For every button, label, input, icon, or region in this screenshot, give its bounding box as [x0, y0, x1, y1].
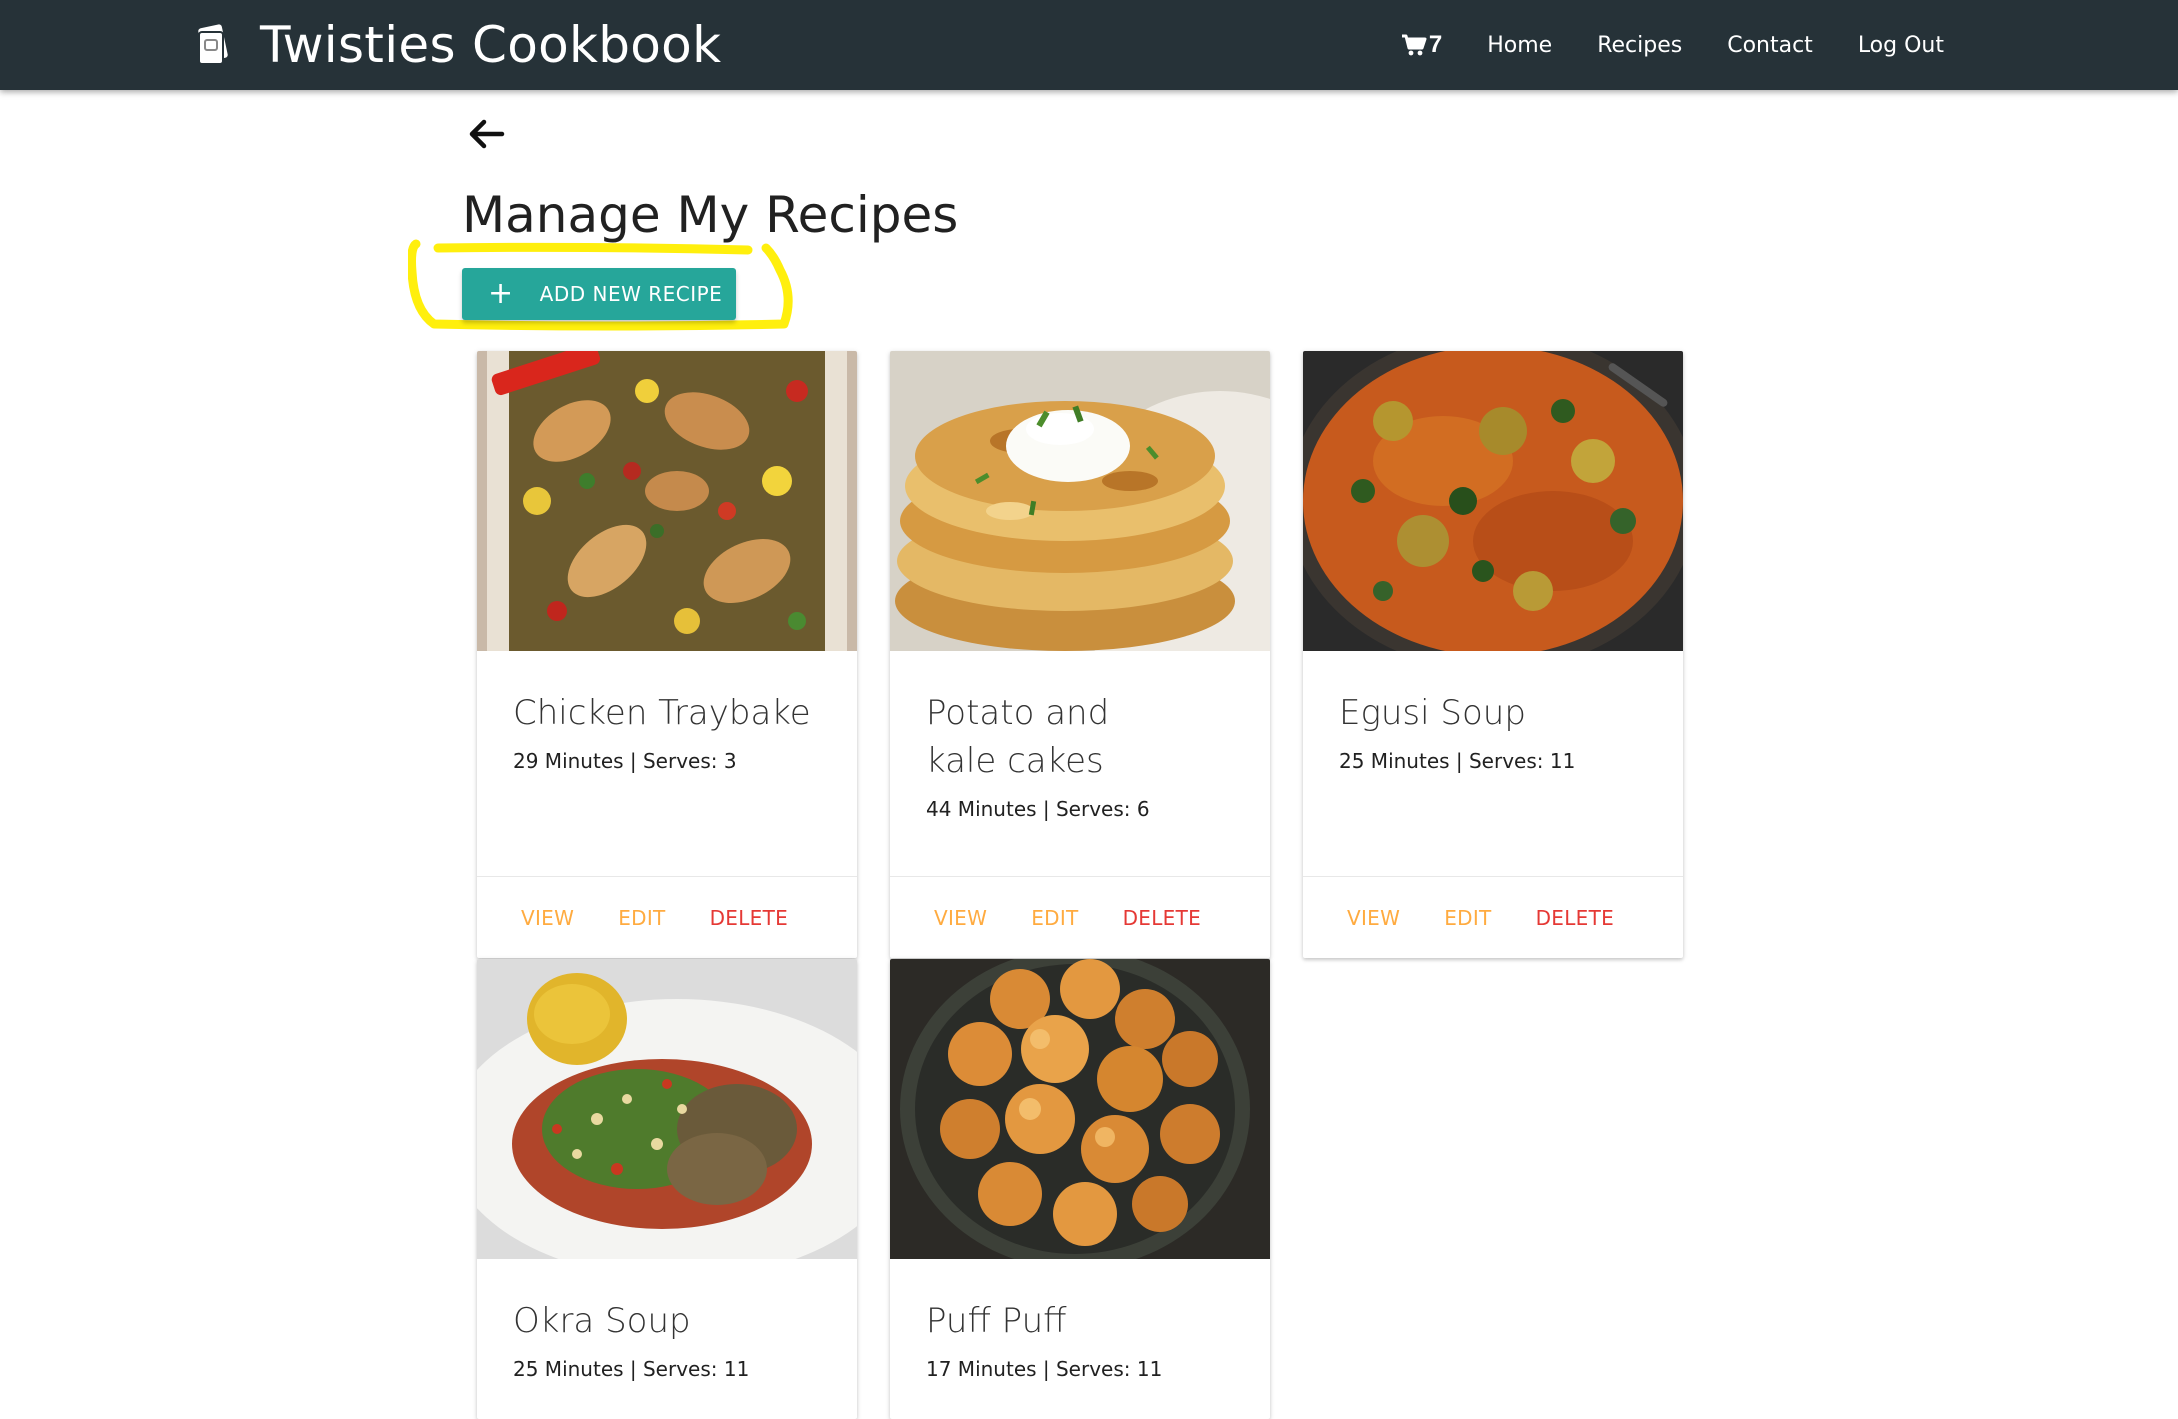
card-content: Egusi Soup 25 Minutes | Serves: 11	[1303, 689, 1683, 773]
recipe-card: Potato and kale cakes 44 Minutes | Serve…	[890, 351, 1270, 958]
nav-recipes[interactable]: Recipes	[1597, 33, 1682, 58]
edit-link[interactable]: EDIT	[1444, 906, 1491, 930]
top-navbar: Twisties Cookbook 7 Home Recipes Contact…	[0, 0, 2178, 90]
recipe-title: Puff Puff	[926, 1301, 1067, 1341]
card-content: Okra Soup 25 Minutes | Serves: 11	[477, 1297, 857, 1381]
cart-link[interactable]: 7	[1401, 31, 1442, 59]
recipe-image-chicken-traybake	[477, 351, 857, 651]
add-new-recipe-label: ADD NEW RECIPE	[539, 282, 723, 306]
card-content: Puff Puff 17 Minutes | Serves: 11	[890, 1297, 1270, 1381]
back-arrow-icon[interactable]	[466, 114, 506, 154]
recipe-image-okra-soup	[477, 959, 857, 1259]
recipe-card: Egusi Soup 25 Minutes | Serves: 11 VIEW …	[1303, 351, 1683, 958]
page-title: Manage My Recipes	[462, 186, 959, 244]
recipe-meta: 17 Minutes | Serves: 11	[926, 1357, 1163, 1381]
recipe-card: Chicken Traybake 29 Minutes | Serves: 3 …	[477, 351, 857, 958]
card-content: Chicken Traybake 29 Minutes | Serves: 3	[477, 689, 857, 773]
cookbook-logo-icon	[196, 24, 230, 66]
card-actions: VIEW EDIT DELETE	[1303, 876, 1683, 958]
nav-home[interactable]: Home	[1487, 33, 1552, 58]
recipe-meta: 29 Minutes | Serves: 3	[513, 749, 737, 773]
recipe-image-potato-kale-cakes	[890, 351, 1270, 651]
add-new-recipe-button[interactable]: + ADD NEW RECIPE	[462, 268, 736, 320]
edit-link[interactable]: EDIT	[618, 906, 665, 930]
edit-link[interactable]: EDIT	[1031, 906, 1078, 930]
view-link[interactable]: VIEW	[521, 906, 574, 930]
card-actions: VIEW EDIT DELETE	[890, 876, 1270, 958]
delete-link[interactable]: DELETE	[710, 906, 788, 930]
recipe-title: Potato and kale cakes	[926, 693, 1110, 781]
nav-log-out[interactable]: Log Out	[1858, 33, 1944, 58]
brand-title: Twisties Cookbook	[260, 16, 722, 74]
nav-links: 7 Home Recipes Contact Log Out	[1401, 0, 1944, 90]
recipe-card: Okra Soup 25 Minutes | Serves: 11	[477, 959, 857, 1419]
card-actions: VIEW EDIT DELETE	[477, 876, 857, 958]
recipe-title: Chicken Traybake	[513, 693, 811, 733]
recipe-image-puff-puff	[890, 959, 1270, 1259]
shopping-cart-icon	[1401, 34, 1427, 56]
delete-link[interactable]: DELETE	[1123, 906, 1201, 930]
recipe-meta: 25 Minutes | Serves: 11	[513, 1357, 750, 1381]
recipe-title: Okra Soup	[513, 1301, 691, 1341]
delete-link[interactable]: DELETE	[1536, 906, 1614, 930]
brand-link[interactable]: Twisties Cookbook	[196, 14, 721, 76]
recipe-image-egusi-soup	[1303, 351, 1683, 651]
card-content: Potato and kale cakes 44 Minutes | Serve…	[890, 689, 1270, 821]
nav-contact[interactable]: Contact	[1727, 33, 1813, 58]
recipe-meta: 44 Minutes | Serves: 6	[926, 797, 1150, 821]
view-link[interactable]: VIEW	[1347, 906, 1400, 930]
recipe-title: Egusi Soup	[1339, 693, 1526, 733]
plus-icon: +	[488, 276, 514, 311]
recipe-meta: 25 Minutes | Serves: 11	[1339, 749, 1576, 773]
view-link[interactable]: VIEW	[934, 906, 987, 930]
cart-count: 7	[1428, 31, 1443, 58]
recipe-card: Puff Puff 17 Minutes | Serves: 11	[890, 959, 1270, 1419]
